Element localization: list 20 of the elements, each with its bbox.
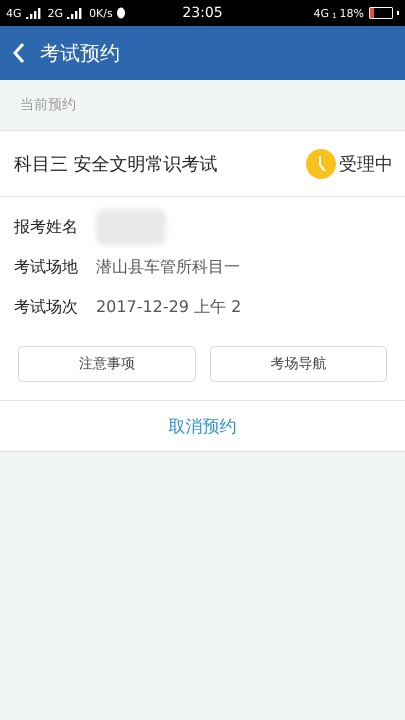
network-type: 4G: [6, 6, 22, 20]
field-label: 考试场次: [14, 296, 78, 318]
clock: 23:05: [182, 4, 223, 23]
exam-title: 科目三 安全文明常识考试: [14, 152, 219, 176]
battery-percent: 18%: [340, 6, 364, 20]
field-label: 报考姓名: [14, 216, 78, 238]
option-button[interactable]: 考场导航: [210, 346, 387, 382]
page-title: 考试预约: [40, 40, 120, 66]
network-type: 4G: [314, 6, 330, 20]
battery-icon: [369, 7, 393, 19]
clock-icon: [306, 148, 336, 178]
field-value: 2017-12-29 上午 2: [96, 296, 242, 318]
network-speed: 0K/s: [89, 6, 113, 20]
section-label: 当前预约: [20, 96, 76, 114]
field-value: 潜山县车管所科目一: [96, 256, 240, 278]
field-label: 考试场地: [14, 256, 78, 278]
status-label: 受理中: [339, 152, 393, 176]
network-type: 2G: [48, 6, 64, 20]
back-button[interactable]: [12, 42, 26, 64]
option-button[interactable]: 注意事项: [18, 346, 196, 382]
